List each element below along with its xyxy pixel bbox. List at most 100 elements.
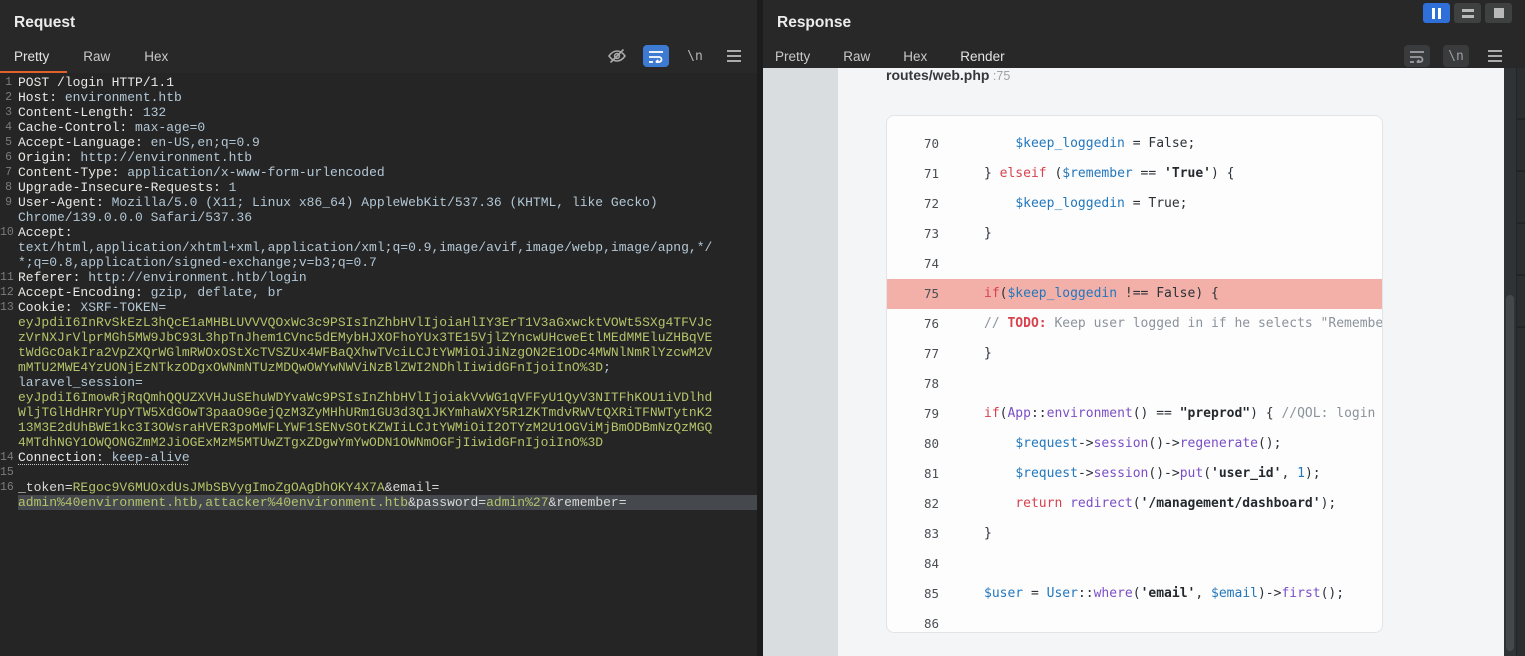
code-line-number: 80	[887, 429, 939, 459]
code-line-number: 83	[887, 519, 939, 549]
line-number: 1	[0, 75, 18, 90]
rendered-page-margin	[763, 68, 838, 656]
editor-scroll-marker-lane[interactable]	[1516, 68, 1525, 656]
line-number: 14	[0, 450, 18, 465]
response-render-view: routes/web.php :75 70 $keep_loggedin = F…	[763, 68, 1525, 656]
code-line-number: 78	[887, 369, 939, 399]
request-line: 11Referer: http://environment.htb/login	[0, 270, 757, 285]
code-line: 80 $request->session()->regenerate();	[887, 429, 1382, 459]
code-line-number: 82	[887, 489, 939, 519]
code-line-number: 70	[887, 129, 939, 159]
render-scrollbar[interactable]	[1504, 68, 1516, 656]
pause-button[interactable]	[1423, 3, 1450, 23]
request-line: mMTU2MWE4YzUONjEzNTkzODgxOWNmNTUzMDQwOWY…	[0, 360, 757, 375]
error-file-reference: routes/web.php :75	[886, 67, 1010, 83]
line-number	[0, 240, 18, 255]
request-line: *;q=0.8,application/signed-exchange;v=b3…	[0, 255, 757, 270]
newline-icon[interactable]: \n	[1443, 45, 1469, 67]
code-line: 83}	[887, 519, 1382, 549]
request-editor[interactable]: 1POST /login HTTP/1.12Host: environment.…	[0, 73, 757, 656]
code-line: 71} elseif ($remember == 'True') {	[887, 159, 1382, 189]
stop-button[interactable]	[1485, 3, 1512, 23]
render-scrollbar-thumb[interactable]	[1506, 295, 1514, 651]
request-line: 8Upgrade-Insecure-Requests: 1	[0, 180, 757, 195]
line-number	[0, 255, 18, 270]
code-line: 82 return redirect('/management/dashboar…	[887, 489, 1382, 519]
word-wrap-icon[interactable]	[1404, 45, 1430, 67]
file-path: routes/web.php	[886, 67, 989, 83]
line-number: 4	[0, 120, 18, 135]
request-line: Chrome/139.0.0.0 Safari/537.36	[0, 210, 757, 225]
request-line: eyJpdiI6InRvSkEzL3hQcE1aMHBLUVVVQOxWc3c9…	[0, 315, 757, 330]
code-line: 78	[887, 369, 1382, 399]
code-line: 73}	[887, 219, 1382, 249]
hide-icon[interactable]	[604, 45, 630, 67]
request-panel: Request PrettyRawHex \n 1POST /login HTT…	[0, 0, 757, 656]
request-line: eyJpdiI6ImowRjRqQmhQQUZXVHJuSEhuWDYvaWc9…	[0, 390, 757, 405]
line-number: 8	[0, 180, 18, 195]
line-number	[0, 210, 18, 225]
code-line: 70 $keep_loggedin = False;	[887, 129, 1382, 159]
line-number: 7	[0, 165, 18, 180]
menu-icon[interactable]	[721, 45, 747, 67]
request-line: zVrNXJrVlprMGh5MW9JbC93L3hpTnJhem1CVnc5d…	[0, 330, 757, 345]
code-line: 76// TODO: Keep user logged in if he sel…	[887, 309, 1382, 339]
line-number: 9	[0, 195, 18, 210]
response-panel: Response PrettyRawHexRender \n routes/we…	[763, 0, 1525, 656]
menu-icon[interactable]	[1482, 45, 1508, 67]
code-line-number: 75	[887, 279, 939, 309]
code-line: 84	[887, 549, 1382, 579]
request-line: 4MTdhNGY1OWQONGZmM2JiOGExMzM5MTUwZTgxZDg…	[0, 435, 757, 450]
file-line-number: :75	[989, 69, 1010, 83]
request-line: 7Content-Type: application/x-www-form-ur…	[0, 165, 757, 180]
line-number	[0, 315, 18, 330]
request-line: 15	[0, 465, 757, 480]
request-line: 13M3E2dUhBWE1kc3I3OWsraHVER3poMWFLYWF1SE…	[0, 420, 757, 435]
request-toolbar: \n	[604, 45, 747, 67]
window-controls	[1423, 3, 1512, 23]
tab-raw[interactable]: Raw	[83, 42, 110, 74]
request-tabbar: Pretty Raw Hex	[0, 42, 168, 72]
request-line: 2Host: environment.htb	[0, 90, 757, 105]
request-line: admin%40environment.htb,attacker%40envir…	[0, 495, 757, 510]
newline-icon[interactable]: \n	[682, 45, 708, 67]
line-number: 5	[0, 135, 18, 150]
line-number: 6	[0, 150, 18, 165]
burp-repeater-window: Request PrettyRawHex \n 1POST /login HTT…	[0, 0, 1525, 656]
line-number	[0, 375, 18, 390]
code-line-number: 77	[887, 339, 939, 369]
line-number: 12	[0, 285, 18, 300]
request-line: text/html,application/xhtml+xml,applicat…	[0, 240, 757, 255]
request-line: 10Accept:	[0, 225, 757, 240]
line-number: 16	[0, 480, 18, 495]
request-line: 6Origin: http://environment.htb	[0, 150, 757, 165]
line-number	[0, 495, 18, 510]
code-line-number: 74	[887, 249, 939, 279]
tab-pretty[interactable]: Pretty	[14, 42, 49, 74]
request-line: WljTGlHdHRrYUpYTW5XdGOwT3paaO9GejQzM3ZyM…	[0, 405, 757, 420]
code-line-number: 84	[887, 549, 939, 579]
request-line: 13Cookie: XSRF-TOKEN=	[0, 300, 757, 315]
word-wrap-icon[interactable]	[643, 45, 669, 67]
request-line: tWdGcOakIra2VpZXQrWGlmRWOxOStXcTVSZUx4WF…	[0, 345, 757, 360]
code-line-number: 76	[887, 309, 939, 339]
line-number	[0, 390, 18, 405]
code-line-number: 85	[887, 579, 939, 609]
code-line: 77}	[887, 339, 1382, 369]
line-number: 15	[0, 465, 18, 480]
code-line: 72 $keep_loggedin = True;	[887, 189, 1382, 219]
code-line-number: 71	[887, 159, 939, 189]
line-number: 3	[0, 105, 18, 120]
line-number: 10	[0, 225, 18, 240]
stack-button[interactable]	[1454, 3, 1481, 23]
request-line: 5Accept-Language: en-US,en;q=0.9	[0, 135, 757, 150]
request-line: 4Cache-Control: max-age=0	[0, 120, 757, 135]
line-number	[0, 360, 18, 375]
code-line-number: 86	[887, 609, 939, 633]
code-line-number: 81	[887, 459, 939, 489]
request-line: 14Connection: keep-alive	[0, 450, 757, 465]
request-line: 3Content-Length: 132	[0, 105, 757, 120]
code-line-highlighted: 75if($keep_loggedin !== False) {	[887, 279, 1382, 309]
line-number	[0, 405, 18, 420]
tab-hex[interactable]: Hex	[144, 42, 168, 74]
